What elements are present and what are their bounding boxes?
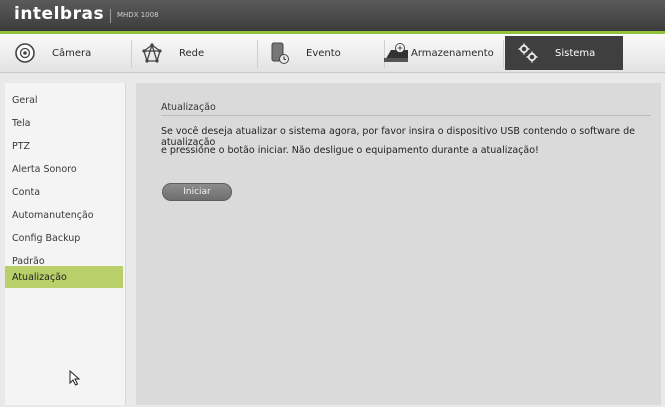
sidebar-item-atualizacao[interactable]: Atualização: [5, 266, 123, 288]
app-window: intelbras MHDX 1008 Câmera Rede Evento A…: [0, 0, 665, 407]
sidebar-item-conta[interactable]: Conta: [5, 181, 123, 203]
sidebar-item-geral[interactable]: Geral: [5, 89, 123, 111]
start-button[interactable]: Iniciar: [162, 183, 232, 201]
section-divider: [161, 115, 651, 116]
tab-divider: [131, 40, 132, 68]
sidebar-item-tela[interactable]: Tela: [5, 112, 123, 134]
tab-label: Rede: [179, 47, 205, 59]
tab-system[interactable]: Sistema: [505, 36, 623, 70]
sidebar: Geral Tela PTZ Alerta Sonoro Conta Autom…: [5, 83, 126, 405]
tab-event[interactable]: Evento: [266, 36, 376, 70]
description-line-2: e pressione o botão iniciar. Não desligu…: [161, 145, 539, 156]
tab-network[interactable]: Rede: [139, 36, 249, 70]
section-title: Atualização: [161, 102, 216, 113]
sidebar-item-automanutencao[interactable]: Automanutenção: [5, 204, 123, 226]
model-label: MHDX 1008: [117, 11, 159, 19]
mouse-cursor-icon: [69, 369, 81, 390]
tab-label: Câmera: [52, 47, 92, 59]
tab-divider: [257, 40, 258, 68]
camera-icon: [12, 40, 38, 66]
tab-label: Evento: [306, 47, 341, 59]
logo-divider: [110, 9, 111, 23]
storage-icon: [381, 40, 411, 66]
tab-label: Sistema: [555, 47, 596, 59]
network-icon: [139, 40, 165, 66]
brand-logo: intelbras: [14, 4, 105, 24]
main-content: Atualização Se você deseja atualizar o s…: [136, 83, 661, 405]
tab-camera[interactable]: Câmera: [12, 36, 122, 70]
event-icon: [266, 40, 292, 66]
tab-storage[interactable]: Armazenamento: [381, 36, 499, 70]
sidebar-item-alerta-sonoro[interactable]: Alerta Sonoro: [5, 158, 123, 180]
gears-icon: [515, 40, 541, 66]
tab-label: Armazenamento: [411, 47, 494, 59]
top-bar: intelbras MHDX 1008: [0, 0, 665, 31]
main-tabs: Câmera Rede Evento Armazenamento Sistema: [0, 34, 665, 73]
tab-divider: [503, 40, 504, 68]
sidebar-item-config-backup[interactable]: Config Backup: [5, 227, 123, 249]
sidebar-item-ptz[interactable]: PTZ: [5, 135, 123, 157]
